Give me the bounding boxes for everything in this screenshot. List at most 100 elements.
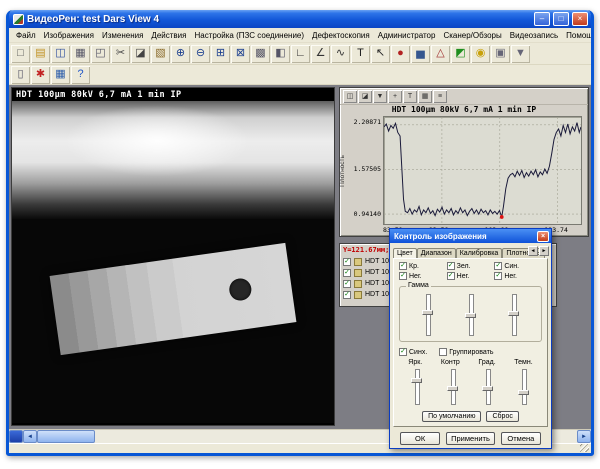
refresh-icon[interactable]: ✱	[31, 66, 50, 84]
zoom-out-icon[interactable]: ⊖	[191, 45, 210, 63]
xray-image[interactable]	[12, 101, 334, 423]
gamma-slider-blue[interactable]	[507, 292, 521, 338]
checkbox-icon[interactable]	[343, 280, 351, 288]
menu-item[interactable]: Файл	[12, 30, 40, 41]
tab-scroll-right-button[interactable]: ►	[539, 246, 549, 256]
menu-item[interactable]: Изображения	[40, 30, 98, 41]
slider-thumb[interactable]	[518, 390, 529, 395]
profile-copy-icon[interactable]: ◪	[358, 90, 372, 103]
histogram-icon[interactable]: ▅	[411, 45, 430, 63]
slider-thumb[interactable]	[447, 386, 458, 391]
maximize-button[interactable]: □	[553, 12, 569, 26]
menu-item[interactable]: Сканер/Обзоры	[439, 30, 505, 41]
menu-item[interactable]: Дефектоскопия	[308, 30, 374, 41]
save-icon[interactable]: ◫	[51, 45, 70, 63]
scrollbar-thumb[interactable]	[37, 430, 95, 443]
channel-checkbox[interactable]: Кр.	[399, 262, 447, 270]
zoom-fit-icon[interactable]: ⊞	[211, 45, 230, 63]
channel-checkbox[interactable]: Зел.	[447, 262, 495, 270]
help-icon[interactable]: ?	[71, 66, 90, 84]
minimize-button[interactable]: –	[534, 12, 550, 26]
profile-text-icon[interactable]: T	[403, 90, 417, 103]
negative-checkbox[interactable]: Нег.	[494, 272, 542, 280]
menu-item[interactable]: Изменения	[98, 30, 147, 41]
checkbox-icon[interactable]	[447, 262, 455, 270]
menu-item[interactable]: Администратор	[374, 30, 440, 41]
gamma-slider-red[interactable]	[421, 292, 435, 338]
checkbox-icon[interactable]	[399, 272, 407, 280]
checkbox-icon[interactable]	[343, 258, 351, 266]
profile-marker-icon[interactable]: +	[388, 90, 402, 103]
zoom-region-icon[interactable]: ⊠	[231, 45, 250, 63]
profile-plot[interactable]	[383, 116, 582, 225]
dialog-tab[interactable]: Диапазон	[417, 248, 456, 258]
group-checkbox[interactable]: Группировать	[439, 348, 493, 356]
layout-icon[interactable]: ◧	[271, 45, 290, 63]
default-button[interactable]: По умолчанию	[422, 411, 481, 422]
darkness-slider[interactable]	[517, 367, 531, 407]
channel-checkbox[interactable]: Син.	[494, 262, 542, 270]
slider-thumb[interactable]	[422, 310, 433, 315]
table-icon[interactable]: ▦	[51, 66, 70, 84]
measure-angle-icon[interactable]: ∠	[311, 45, 330, 63]
marker-icon[interactable]: ●	[391, 45, 410, 63]
archive-icon[interactable]: ▣	[491, 45, 510, 63]
dialog-tab[interactable]: Калибровка	[456, 248, 503, 258]
gamma-slider-green[interactable]	[464, 292, 478, 338]
reset-button[interactable]: Сброс	[486, 411, 518, 422]
slider-thumb[interactable]	[465, 313, 476, 318]
checkbox-icon[interactable]	[494, 262, 502, 270]
grid-icon[interactable]: ▩	[251, 45, 270, 63]
zoom-in-icon[interactable]: ⊕	[171, 45, 190, 63]
slider-thumb[interactable]	[482, 386, 493, 391]
open-icon[interactable]: ▤	[31, 45, 50, 63]
cut-icon[interactable]: ✂	[111, 45, 130, 63]
text-tool-icon[interactable]: T	[351, 45, 370, 63]
measure-length-icon[interactable]: ∟	[291, 45, 310, 63]
menu-item[interactable]: Видеозапись	[506, 30, 562, 41]
contrast-slider[interactable]	[446, 367, 460, 407]
ok-button[interactable]: ОК	[400, 432, 440, 445]
filter-icon[interactable]: ▼	[511, 45, 530, 63]
negative-checkbox[interactable]: Нег.	[399, 272, 447, 280]
scrollbar-corner-button[interactable]	[9, 430, 23, 443]
sync-checkbox[interactable]: Синх.	[399, 348, 427, 356]
resize-grip[interactable]	[580, 444, 589, 452]
dialog-tab[interactable]: Цвет	[393, 248, 417, 258]
acquire-icon[interactable]: ◉	[471, 45, 490, 63]
color-icon[interactable]: ◩	[451, 45, 470, 63]
checkbox-icon[interactable]	[399, 348, 407, 356]
profile-mode-icon[interactable]: ▼	[373, 90, 387, 103]
pointer-icon[interactable]: ↖	[371, 45, 390, 63]
menu-item[interactable]: Настройка (ПЗС соединение)	[190, 30, 308, 41]
checkbox-icon[interactable]	[399, 262, 407, 270]
brightness-slider[interactable]	[410, 367, 424, 407]
image-window[interactable]: HDT 100µm 80kV 6,7 mA 1 min IP	[11, 87, 335, 426]
calibrate-icon[interactable]: △	[431, 45, 450, 63]
checkbox-icon[interactable]	[343, 269, 351, 277]
profile-settings-icon[interactable]: ≡	[433, 90, 447, 103]
profile-window[interactable]: ◫ ◪ ▼ + T ▦ ≡ HDT 100µm 80kV 6,7 mA 1 mi…	[339, 87, 589, 237]
close-button[interactable]: ×	[572, 12, 588, 26]
profile-save-icon[interactable]: ◫	[343, 90, 357, 103]
tab-scroll-left-button[interactable]: ◄	[528, 246, 538, 256]
checkbox-icon[interactable]	[494, 272, 502, 280]
print-icon[interactable]: ▦	[71, 45, 90, 63]
apply-button[interactable]: Применить	[446, 432, 495, 445]
menu-item[interactable]: Действия	[147, 30, 190, 41]
negative-checkbox[interactable]: Нег.	[447, 272, 495, 280]
slider-thumb[interactable]	[411, 378, 422, 383]
dialog-close-icon[interactable]: ×	[537, 231, 549, 242]
gradation-slider[interactable]	[481, 367, 495, 407]
checkbox-icon[interactable]	[439, 348, 447, 356]
cancel-button[interactable]: Отмена	[501, 432, 541, 445]
menu-item[interactable]: Помощь	[562, 30, 591, 41]
profile-grid-icon[interactable]: ▦	[418, 90, 432, 103]
paste-icon[interactable]: ▧	[151, 45, 170, 63]
title-bar[interactable]: ВидеоРен: test Dars View 4 – □ ×	[9, 10, 591, 28]
dialog-title-bar[interactable]: Контроль изображения ×	[390, 229, 551, 243]
image-control-dialog[interactable]: Контроль изображения × ◄ ► Цвет Диапазон…	[389, 228, 552, 449]
copy-icon[interactable]: ◪	[131, 45, 150, 63]
preview-icon[interactable]: ◰	[91, 45, 110, 63]
new-icon[interactable]: □	[11, 45, 30, 63]
